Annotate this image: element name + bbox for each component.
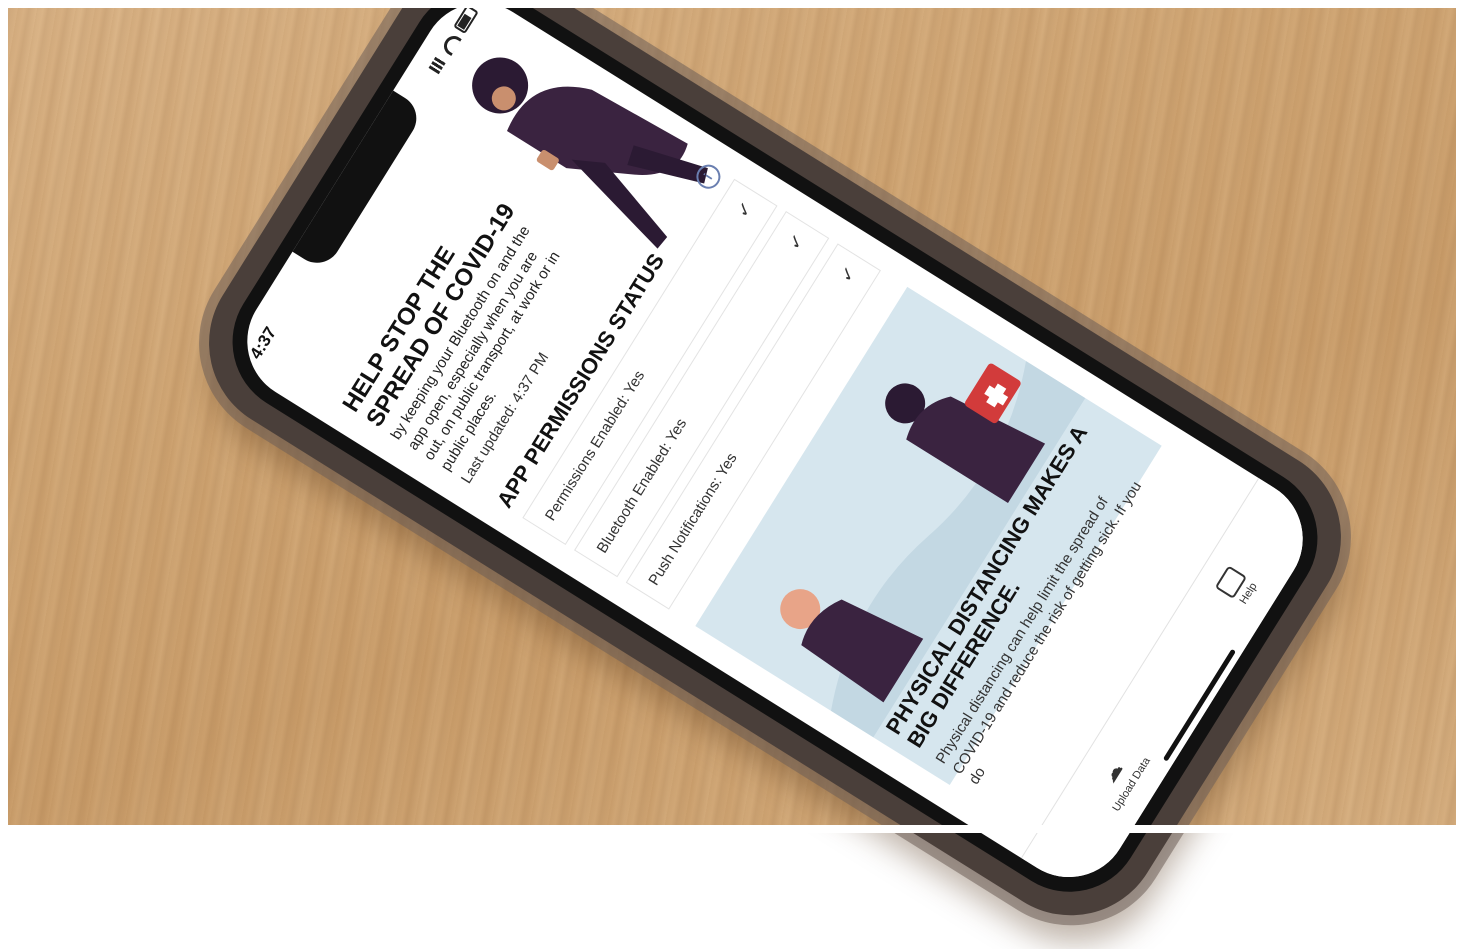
- battery-icon: [453, 4, 479, 35]
- tab-help[interactable]: Help: [1214, 565, 1261, 608]
- tab-upload-data[interactable]: ☁ Upload Data: [1085, 740, 1153, 813]
- status-time: 4:37: [246, 323, 281, 363]
- cloud-upload-icon: ☁: [1097, 758, 1128, 787]
- checkmark-icon: ✓: [783, 230, 809, 254]
- signal-icon: [428, 54, 448, 75]
- checkmark-icon: ✓: [835, 262, 861, 286]
- checkmark-icon: ✓: [732, 197, 758, 222]
- wifi-icon: [439, 31, 462, 56]
